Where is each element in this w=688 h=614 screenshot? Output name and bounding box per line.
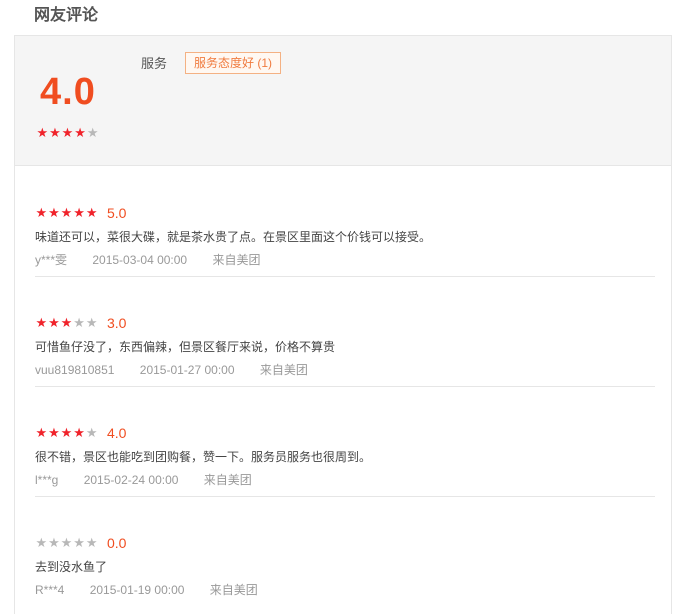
star-icon: ★	[60, 205, 73, 220]
review-rating: ★ ★ ★ ★ ★ 0.0	[35, 535, 126, 551]
review-score: 5.0	[106, 205, 127, 221]
star-icon: ★	[60, 425, 73, 440]
star-icon: ★	[35, 205, 48, 220]
star-icon: ★	[73, 535, 85, 550]
star-icon: ★	[48, 315, 60, 330]
star-icon: ★	[85, 535, 98, 550]
overall-star-rating: ★ ★ ★ ★ ★	[36, 126, 99, 140]
star-icon: ★	[35, 315, 48, 330]
review-score: 4.0	[106, 425, 127, 441]
review-content: 去到没水鱼了	[35, 560, 108, 574]
review-source: 来自美团	[203, 473, 252, 487]
review-score: 0.0	[106, 535, 127, 551]
review-item: ★ ★ ★ ★ ★ 0.0 去到没水鱼了 R***4 2015-01-19 00:00 …	[35, 496, 655, 606]
star-icon: ★	[85, 315, 98, 330]
overall-score: 4.0	[40, 71, 96, 113]
review-score: 3.0	[106, 315, 127, 331]
review-user: R***4	[35, 583, 65, 597]
review-content: 可惜鱼仔没了，东西偏辣，但景区餐厅来说，价格不算贵	[35, 340, 336, 354]
review-date: 2015-02-24 00:00	[83, 473, 179, 487]
star-icon: ★	[73, 315, 85, 330]
star-icon: ★	[61, 125, 74, 140]
star-icon: ★	[85, 425, 98, 440]
review-content: 味道还可以，菜很大碟，就是茶水贵了点。在景区里面这个价钱可以接受。	[35, 230, 432, 244]
review-source: 来自美团	[209, 583, 258, 597]
review-rating: ★ ★ ★ ★ ★ 4.0	[35, 425, 126, 441]
review-rating: ★ ★ ★ ★ ★ 5.0	[35, 205, 126, 221]
review-star-rating: ★ ★ ★ ★ ★	[35, 316, 98, 330]
star-icon: ★	[73, 425, 85, 440]
review-meta: y***雯 2015-03-04 00:00 来自美团	[35, 252, 282, 268]
review-date: 2015-03-04 00:00	[92, 253, 188, 267]
review-item: ★ ★ ★ ★ ★ 5.0 味道还可以，菜很大碟，就是茶水贵了点。在景区里面这个价钱可以…	[35, 166, 655, 277]
review-meta: R***4 2015-01-19 00:00 来自美团	[35, 582, 280, 598]
star-icon: ★	[36, 125, 49, 140]
star-icon: ★	[85, 205, 98, 220]
review-user: l***g	[35, 473, 59, 487]
review-item: ★ ★ ★ ★ ★ 3.0 可惜鱼仔没了，东西偏辣，但景区餐厅来说，价格不算贵 vuu8…	[35, 276, 655, 387]
review-date: 2015-01-19 00:00	[89, 583, 185, 597]
review-source: 来自美团	[259, 363, 308, 377]
review-source: 来自美团	[212, 253, 261, 267]
rating-summary-panel: 4.0 ★ ★ ★ ★ ★ 服务 服务态度好 (1)	[14, 35, 672, 166]
star-icon: ★	[60, 535, 73, 550]
tag-service-attitude-good[interactable]: 服务态度好 (1)	[185, 52, 282, 74]
review-meta: vuu819810851 2015-01-27 00:00 来自美团	[35, 362, 330, 378]
review-user: vuu819810851	[35, 363, 115, 377]
star-icon: ★	[48, 425, 60, 440]
star-icon: ★	[35, 535, 48, 550]
star-icon: ★	[73, 205, 85, 220]
star-icon: ★	[48, 205, 60, 220]
star-icon: ★	[60, 315, 73, 330]
review-rating: ★ ★ ★ ★ ★ 3.0	[35, 315, 126, 331]
review-user: y***雯	[35, 253, 68, 267]
star-icon: ★	[48, 535, 60, 550]
review-star-rating: ★ ★ ★ ★ ★	[35, 206, 98, 220]
review-list: ★ ★ ★ ★ ★ 5.0 味道还可以，菜很大碟，就是茶水贵了点。在景区里面这个价钱可以…	[14, 166, 672, 614]
star-icon: ★	[49, 125, 61, 140]
star-icon: ★	[74, 125, 86, 140]
review-date: 2015-01-27 00:00	[139, 363, 235, 377]
review-meta: l***g 2015-02-24 00:00 来自美团	[35, 472, 274, 488]
section-title: 网友评论	[34, 7, 99, 24]
review-star-rating: ★ ★ ★ ★ ★	[35, 426, 98, 440]
tag-category-label: 服务	[141, 56, 168, 71]
review-item: ★ ★ ★ ★ ★ 4.0 很不错，景区也能吃到团购餐，赞一下。服务员服务也很周到。 l…	[35, 386, 655, 497]
star-icon: ★	[86, 125, 99, 140]
review-star-rating: ★ ★ ★ ★ ★	[35, 536, 98, 550]
star-icon: ★	[35, 425, 48, 440]
review-content: 很不错，景区也能吃到团购餐，赞一下。服务员服务也很周到。	[35, 450, 372, 464]
